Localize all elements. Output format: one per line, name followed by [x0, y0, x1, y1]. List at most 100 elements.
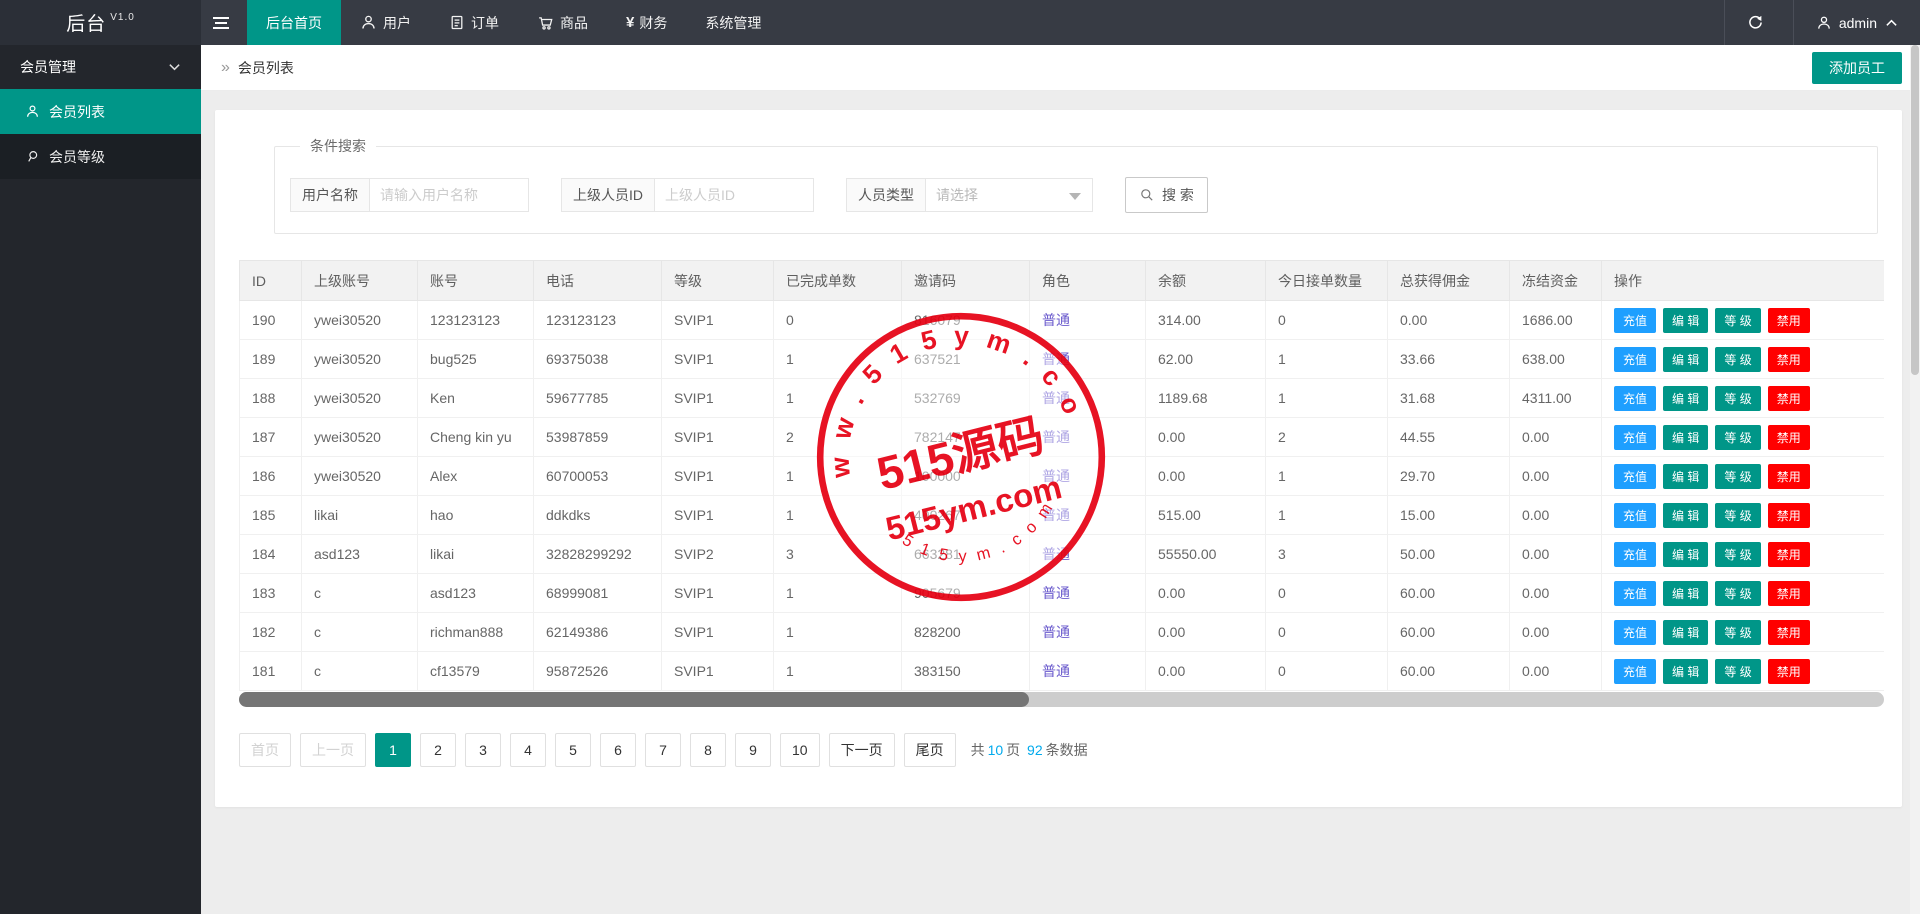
disable-button[interactable]: 禁用 [1768, 659, 1810, 684]
add-staff-button[interactable]: 添加员工 [1812, 52, 1902, 84]
role-link[interactable]: 普通 [1042, 390, 1070, 406]
disable-button[interactable]: 禁用 [1768, 542, 1810, 567]
role-link[interactable]: 普通 [1042, 507, 1070, 523]
page-6-button[interactable]: 6 [600, 733, 636, 767]
level-button[interactable]: 等 级 [1715, 386, 1760, 411]
menu-toggle-button[interactable] [201, 0, 247, 45]
nav-home[interactable]: 后台首页 [247, 0, 341, 45]
sidebar-item-member-level[interactable]: 会员等级 [0, 134, 201, 179]
member-table: ID 上级账号 账号 电话 等级 已完成单数 邀请码 角色 余额 今日接单数量 [239, 260, 1884, 691]
recharge-button[interactable]: 充值 [1614, 425, 1656, 450]
nav-finance[interactable]: ¥ 财务 [607, 0, 686, 45]
disable-button[interactable]: 禁用 [1768, 503, 1810, 528]
breadcrumb-arrow-icon: » [221, 59, 230, 77]
page-8-button[interactable]: 8 [690, 733, 726, 767]
col-id: ID [240, 261, 302, 301]
level-button[interactable]: 等 级 [1715, 659, 1760, 684]
level-button[interactable]: 等 级 [1715, 503, 1760, 528]
nav-goods[interactable]: 商品 [518, 0, 607, 45]
page-1-button[interactable]: 1 [375, 733, 411, 767]
edit-button[interactable]: 编 辑 [1663, 659, 1708, 684]
level-button[interactable]: 等 级 [1715, 425, 1760, 450]
recharge-button[interactable]: 充值 [1614, 620, 1656, 645]
role-link[interactable]: 普通 [1042, 351, 1070, 367]
disable-button[interactable]: 禁用 [1768, 581, 1810, 606]
edit-button[interactable]: 编 辑 [1663, 308, 1708, 333]
role-link[interactable]: 普通 [1042, 312, 1070, 328]
role-link[interactable]: 普通 [1042, 585, 1070, 601]
page-5-button[interactable]: 5 [555, 733, 591, 767]
edit-button[interactable]: 编 辑 [1663, 347, 1708, 372]
username-input[interactable] [369, 178, 529, 212]
member-type-select[interactable]: 请选择 [925, 178, 1093, 212]
page-next-button[interactable]: 下一页 [829, 733, 895, 767]
cell-balance: 515.00 [1146, 496, 1266, 535]
nav-system[interactable]: 系统管理 [686, 0, 780, 45]
disable-button[interactable]: 禁用 [1768, 425, 1810, 450]
search-button[interactable]: 搜 索 [1125, 177, 1208, 213]
recharge-button[interactable]: 充值 [1614, 581, 1656, 606]
cell-today_orders: 1 [1266, 457, 1388, 496]
edit-button[interactable]: 编 辑 [1663, 542, 1708, 567]
page-first-button[interactable]: 首页 [239, 733, 291, 767]
cell-phone: 32828299292 [534, 535, 662, 574]
recharge-button[interactable]: 充值 [1614, 659, 1656, 684]
edit-button[interactable]: 编 辑 [1663, 581, 1708, 606]
level-button[interactable]: 等 级 [1715, 464, 1760, 489]
recharge-button[interactable]: 充值 [1614, 542, 1656, 567]
cell-today_orders: 0 [1266, 301, 1388, 340]
page-scrollbar-thumb[interactable] [1911, 45, 1919, 375]
user-menu[interactable]: admin [1793, 0, 1920, 45]
recharge-button[interactable]: 充值 [1614, 464, 1656, 489]
edit-button[interactable]: 编 辑 [1663, 503, 1708, 528]
level-button[interactable]: 等 级 [1715, 620, 1760, 645]
page-10-button[interactable]: 10 [780, 733, 820, 767]
disable-button[interactable]: 禁用 [1768, 347, 1810, 372]
role-link[interactable]: 普通 [1042, 468, 1070, 484]
horizontal-scrollbar-thumb[interactable] [239, 692, 1029, 707]
edit-button[interactable]: 编 辑 [1663, 464, 1708, 489]
recharge-button[interactable]: 充值 [1614, 308, 1656, 333]
role-link[interactable]: 普通 [1042, 663, 1070, 679]
edit-button[interactable]: 编 辑 [1663, 386, 1708, 411]
sidebar-item-member-list[interactable]: 会员列表 [0, 89, 201, 134]
edit-button[interactable]: 编 辑 [1663, 620, 1708, 645]
role-link[interactable]: 普通 [1042, 624, 1070, 640]
page-prev-button[interactable]: 上一页 [300, 733, 366, 767]
sidebar-group-member[interactable]: 会员管理 [0, 45, 201, 89]
cell-invite_code: 828200 [902, 613, 1030, 652]
role-link[interactable]: 普通 [1042, 546, 1070, 562]
cell-actions: 充值编 辑等 级禁用 [1602, 613, 1885, 652]
disable-button[interactable]: 禁用 [1768, 464, 1810, 489]
edit-button[interactable]: 编 辑 [1663, 425, 1708, 450]
horizontal-scrollbar[interactable] [239, 692, 1884, 707]
role-link[interactable]: 普通 [1042, 429, 1070, 445]
page-scrollbar[interactable] [1910, 45, 1920, 914]
page-last-button[interactable]: 尾页 [904, 733, 956, 767]
page-2-button[interactable]: 2 [420, 733, 456, 767]
recharge-button[interactable]: 充值 [1614, 386, 1656, 411]
refresh-button[interactable] [1724, 0, 1793, 45]
page-9-button[interactable]: 9 [735, 733, 771, 767]
parent-id-input[interactable] [654, 178, 814, 212]
nav-users[interactable]: 用户 [341, 0, 430, 45]
recharge-button[interactable]: 充值 [1614, 347, 1656, 372]
level-button[interactable]: 等 级 [1715, 347, 1760, 372]
cell-phone: 62149386 [534, 613, 662, 652]
disable-button[interactable]: 禁用 [1768, 308, 1810, 333]
level-button[interactable]: 等 级 [1715, 542, 1760, 567]
page-3-button[interactable]: 3 [465, 733, 501, 767]
page-4-button[interactable]: 4 [510, 733, 546, 767]
cell-role: 普通 [1030, 340, 1146, 379]
level-button[interactable]: 等 级 [1715, 581, 1760, 606]
disable-button[interactable]: 禁用 [1768, 386, 1810, 411]
disable-button[interactable]: 禁用 [1768, 620, 1810, 645]
cell-phone: 53987859 [534, 418, 662, 457]
cell-parent_account: c [302, 574, 418, 613]
table-row: 181ccf1357995872526SVIP11383150普通0.00060… [240, 652, 1885, 691]
page-7-button[interactable]: 7 [645, 733, 681, 767]
recharge-button[interactable]: 充值 [1614, 503, 1656, 528]
level-button[interactable]: 等 级 [1715, 308, 1760, 333]
nav-orders[interactable]: 订单 [430, 0, 518, 45]
cell-level: SVIP1 [662, 457, 774, 496]
